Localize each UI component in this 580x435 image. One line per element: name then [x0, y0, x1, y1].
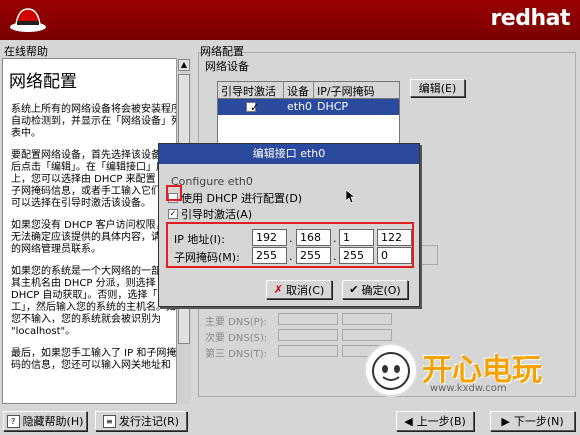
dns-primary-label: 主要 DNS(P):	[205, 317, 267, 328]
ok-check-icon: ✔	[349, 283, 359, 296]
back-button[interactable]: ◀ 上一步(B)	[396, 411, 474, 431]
dns-primary-input-2[interactable]	[342, 313, 392, 325]
col-header-active[interactable]: 引导时激活	[218, 82, 284, 98]
edit-button[interactable]: 编辑(E)	[410, 79, 465, 97]
device-table-header: 引导时激活 设备 IP/子网掩码	[218, 82, 399, 99]
watermark: 开心电玩 www.kxdw.com	[364, 343, 574, 403]
devices-label: 网络设备	[205, 60, 249, 73]
mouse-cursor-icon	[346, 190, 356, 204]
scroll-up-arrow-icon[interactable]: ▲	[178, 59, 190, 71]
help-paragraph: 系统上所有的网络设备将会被安装程序自动检测到，并显示在「网络设备」列表中。	[11, 104, 181, 139]
mascot-logo-icon	[364, 343, 418, 397]
checkbox-checked-icon[interactable]: ✓	[246, 102, 259, 113]
hide-help-label: 隐藏帮助(H)	[22, 415, 84, 428]
highlight-box-ip	[166, 222, 414, 268]
dns-tertiary-label: 第三 DNS(T):	[205, 349, 267, 360]
top-banner: redhat	[0, 0, 580, 40]
next-button[interactable]: ▶ 下一步(N)	[490, 411, 575, 431]
activate-on-boot-checkbox[interactable]: ✓	[168, 209, 178, 219]
activate-on-boot-option[interactable]: ✓ 引导时激活(A)	[168, 206, 252, 222]
next-arrow-icon: ▶	[501, 414, 510, 428]
help-icon: ?	[6, 414, 20, 428]
brand-text: redhat	[490, 6, 570, 31]
hide-help-button[interactable]: ? 隐藏帮助(H)	[3, 411, 87, 431]
cancel-button-label: 取消(C)	[285, 283, 325, 297]
next-button-label: 下一步(N)	[513, 415, 564, 428]
hidden-field	[418, 245, 438, 265]
table-row[interactable]: ✓ eth0 DHCP	[218, 99, 399, 115]
dialog-title: 编辑接口 eth0	[159, 144, 419, 164]
cancel-button[interactable]: ✗ 取消(C)	[266, 280, 332, 299]
help-paragraph: 最后，如果您手工输入了 IP 和子网掩码的信息，您还可以输入网关地址和	[11, 348, 177, 371]
row-active-cell[interactable]: ✓	[218, 99, 284, 115]
cancel-x-icon: ✗	[273, 283, 283, 296]
help-title: 网络配置	[9, 72, 77, 92]
help-section-label: 在线帮助	[4, 45, 48, 58]
redhat-logo-icon	[10, 8, 46, 32]
release-notes-label: 发行注记(R)	[118, 415, 180, 428]
row-ip-cell: DHCP	[317, 100, 349, 113]
release-notes-button[interactable]: ≡ 发行注记(R)	[95, 411, 187, 431]
ok-button-label: 确定(O)	[361, 283, 401, 297]
back-button-label: 上一步(B)	[416, 415, 466, 428]
watermark-url: www.kxdw.com	[430, 383, 507, 394]
use-dhcp-option[interactable]: 使用 DHCP 进行配置(D)	[168, 190, 302, 206]
row-device-cell: eth0	[287, 100, 313, 113]
dialog-section-label: Configure eth0	[171, 175, 253, 188]
col-header-device[interactable]: 设备	[284, 82, 314, 98]
notes-icon: ≡	[102, 414, 116, 428]
dns-secondary-label: 次要 DNS(S):	[205, 333, 268, 344]
col-header-ip[interactable]: IP/子网掩码	[314, 82, 399, 98]
dns-primary-input[interactable]	[278, 313, 338, 325]
dns-tertiary-input[interactable]	[278, 345, 338, 357]
dns-secondary-input-2[interactable]	[342, 329, 392, 341]
config-section-label: 网络配置	[200, 45, 244, 58]
use-dhcp-label[interactable]: 使用 DHCP 进行配置(D)	[181, 190, 302, 206]
ok-button[interactable]: ✔ 确定(O)	[342, 280, 408, 299]
highlight-box-dhcp	[166, 185, 182, 201]
activate-on-boot-label[interactable]: 引导时激活(A)	[181, 206, 252, 222]
dns-secondary-input[interactable]	[278, 329, 338, 341]
back-arrow-icon: ◀	[404, 414, 413, 428]
